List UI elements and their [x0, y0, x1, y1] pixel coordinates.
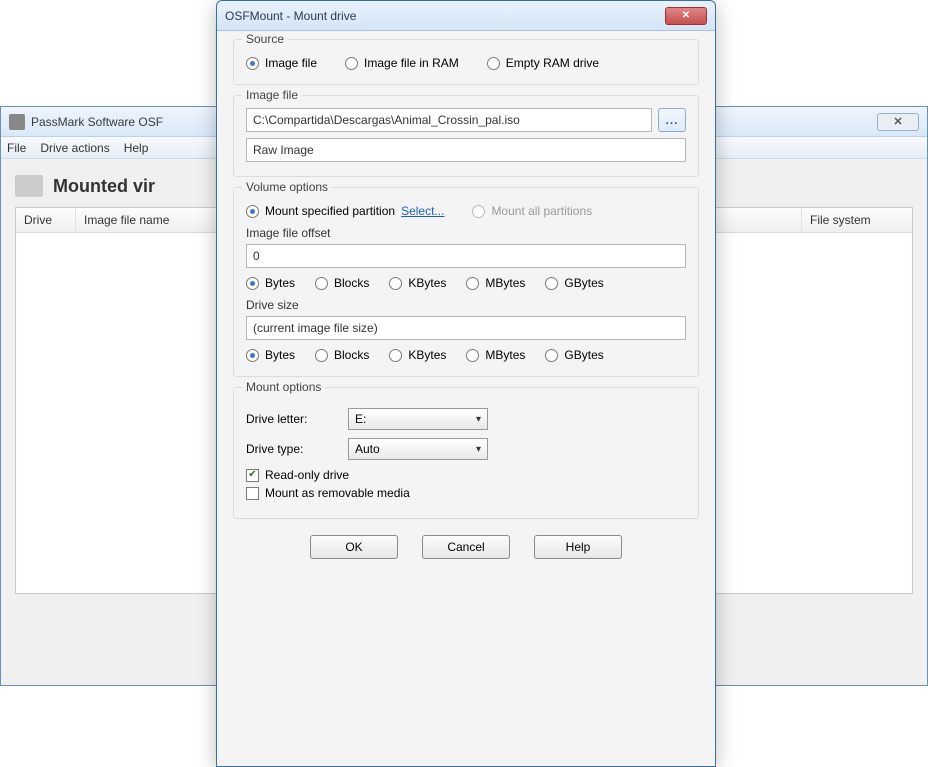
- main-close-button[interactable]: ✕: [877, 113, 919, 131]
- drive-size-input[interactable]: (current image file size): [246, 316, 686, 340]
- menu-file[interactable]: File: [7, 141, 26, 155]
- partition-mode-row: Mount specified partition Select... Moun…: [246, 204, 686, 218]
- removable-checkbox[interactable]: Mount as removable media: [246, 486, 686, 500]
- browse-button[interactable]: ...: [658, 108, 686, 132]
- image-file-group: Image file C:\Compartida\Descargas\Anima…: [233, 95, 699, 177]
- radio-dot-icon: [466, 349, 479, 362]
- drive-type-label: Drive type:: [246, 442, 336, 456]
- checkbox-icon: ✔: [246, 469, 259, 482]
- source-radio-row: Image file Image file in RAM Empty RAM d…: [246, 56, 686, 70]
- drive-letter-row: Drive letter: E:: [246, 408, 686, 430]
- offset-unit-gbytes[interactable]: GBytes: [545, 276, 603, 290]
- removable-label: Mount as removable media: [265, 486, 410, 500]
- drive-letter-label: Drive letter:: [246, 412, 336, 426]
- radio-dot-icon: [246, 57, 259, 70]
- harddrive-icon: [15, 175, 43, 197]
- dialog-title: OSFMount - Mount drive: [225, 9, 665, 23]
- radio-mount-all-label: Mount all partitions: [491, 204, 592, 218]
- radio-mount-specified[interactable]: Mount specified partition: [246, 204, 395, 218]
- read-only-label: Read-only drive: [265, 468, 349, 482]
- main-heading-text: Mounted vir: [53, 176, 155, 197]
- offset-unit-mbytes[interactable]: MBytes: [466, 276, 525, 290]
- source-group: Source Image file Image file in RAM Empt…: [233, 39, 699, 85]
- dialog-body: Source Image file Image file in RAM Empt…: [217, 31, 715, 573]
- checkbox-icon: [246, 487, 259, 500]
- size-unit-gbytes[interactable]: GBytes: [545, 348, 603, 362]
- image-type-input[interactable]: Raw Image: [246, 138, 686, 162]
- menu-drive-actions[interactable]: Drive actions: [40, 141, 109, 155]
- size-unit-row: Bytes Blocks KBytes MBytes GBytes: [246, 348, 686, 362]
- col-file-system[interactable]: File system: [802, 208, 912, 232]
- offset-unit-row: Bytes Blocks KBytes MBytes GBytes: [246, 276, 686, 290]
- mount-drive-dialog: OSFMount - Mount drive ✕ Source Image fi…: [216, 0, 716, 767]
- drive-type-select[interactable]: Auto: [348, 438, 488, 460]
- image-path-input[interactable]: C:\Compartida\Descargas\Animal_Crossin_p…: [246, 108, 652, 132]
- menu-help[interactable]: Help: [124, 141, 149, 155]
- offset-unit-bytes[interactable]: Bytes: [246, 276, 295, 290]
- radio-dot-icon: [389, 349, 402, 362]
- size-unit-mbytes[interactable]: MBytes: [466, 348, 525, 362]
- drive-type-row: Drive type: Auto: [246, 438, 686, 460]
- radio-dot-icon: [545, 277, 558, 290]
- radio-dot-icon: [487, 57, 500, 70]
- cancel-button[interactable]: Cancel: [422, 535, 510, 559]
- radio-dot-icon: [246, 277, 259, 290]
- radio-image-file-ram-label: Image file in RAM: [364, 56, 459, 70]
- size-unit-blocks[interactable]: Blocks: [315, 348, 369, 362]
- drive-letter-select[interactable]: E:: [348, 408, 488, 430]
- offset-label: Image file offset: [246, 226, 686, 240]
- offset-input[interactable]: 0: [246, 244, 686, 268]
- select-partition-link[interactable]: Select...: [401, 204, 444, 218]
- size-unit-kbytes[interactable]: KBytes: [389, 348, 446, 362]
- radio-dot-icon: [472, 205, 485, 218]
- radio-image-file[interactable]: Image file: [246, 56, 317, 70]
- read-only-checkbox[interactable]: ✔ Read-only drive: [246, 468, 686, 482]
- app-icon: [9, 114, 25, 130]
- drive-size-label: Drive size: [246, 298, 686, 312]
- help-button[interactable]: Help: [534, 535, 622, 559]
- source-group-title: Source: [242, 32, 288, 46]
- dialog-titlebar: OSFMount - Mount drive ✕: [217, 1, 715, 31]
- image-file-group-title: Image file: [242, 88, 302, 102]
- offset-unit-blocks[interactable]: Blocks: [315, 276, 369, 290]
- ok-button[interactable]: OK: [310, 535, 398, 559]
- radio-mount-all: Mount all partitions: [472, 204, 592, 218]
- dialog-button-row: OK Cancel Help: [233, 535, 699, 559]
- size-unit-bytes[interactable]: Bytes: [246, 348, 295, 362]
- radio-dot-icon: [545, 349, 558, 362]
- radio-image-file-label: Image file: [265, 56, 317, 70]
- radio-mount-specified-label: Mount specified partition: [265, 204, 395, 218]
- radio-dot-icon: [345, 57, 358, 70]
- volume-options-title: Volume options: [242, 180, 332, 194]
- mount-options-title: Mount options: [242, 380, 325, 394]
- dialog-close-button[interactable]: ✕: [665, 7, 707, 25]
- mount-options-group: Mount options Drive letter: E: Drive typ…: [233, 387, 699, 519]
- radio-dot-icon: [246, 205, 259, 218]
- radio-dot-icon: [315, 277, 328, 290]
- volume-options-group: Volume options Mount specified partition…: [233, 187, 699, 377]
- radio-empty-ram[interactable]: Empty RAM drive: [487, 56, 599, 70]
- radio-image-file-ram[interactable]: Image file in RAM: [345, 56, 459, 70]
- offset-unit-kbytes[interactable]: KBytes: [389, 276, 446, 290]
- image-path-row: C:\Compartida\Descargas\Animal_Crossin_p…: [246, 108, 686, 132]
- radio-dot-icon: [246, 349, 259, 362]
- col-drive[interactable]: Drive: [16, 208, 76, 232]
- radio-dot-icon: [389, 277, 402, 290]
- radio-dot-icon: [315, 349, 328, 362]
- radio-empty-ram-label: Empty RAM drive: [506, 56, 599, 70]
- radio-dot-icon: [466, 277, 479, 290]
